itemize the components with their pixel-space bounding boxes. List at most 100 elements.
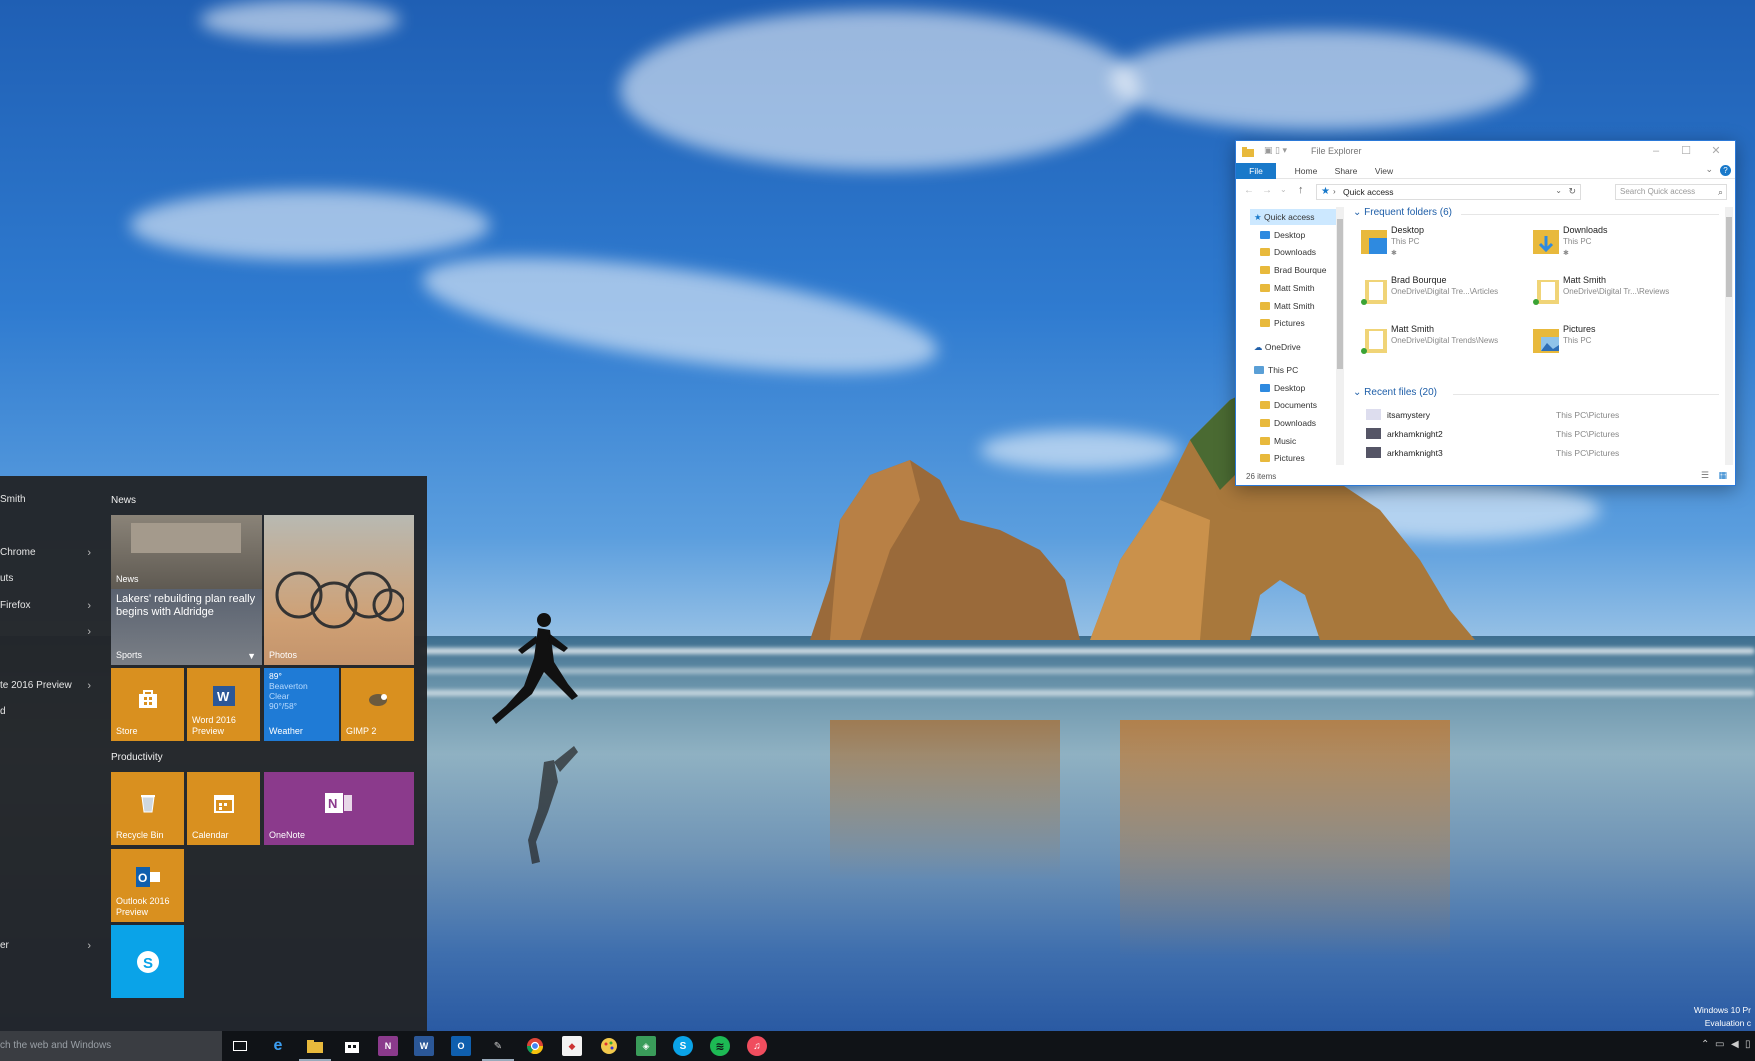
tile-store[interactable]: Store [111, 668, 184, 741]
recent-file-row[interactable]: arkhamknight3 This PC\Pictures [1363, 445, 1723, 463]
start-app-item[interactable]: te 2016 Preview › [0, 675, 95, 697]
frequent-folder-item[interactable]: Desktop This PC ✱ [1353, 223, 1513, 263]
maps-icon[interactable]: ◈ [636, 1036, 656, 1056]
app-item-label: Firefox [0, 600, 31, 611]
nav-item-music[interactable]: Music [1260, 433, 1296, 449]
tile-weather[interactable]: 89° Beaverton Clear 90°/58° Weather [264, 668, 339, 741]
content-scrollbar[interactable] [1725, 207, 1733, 465]
close-button[interactable]: ✕ [1703, 144, 1729, 158]
nav-item-pictures[interactable]: Pictures [1260, 450, 1305, 466]
app-item-label: te 2016 Preview [0, 680, 72, 691]
tile-calendar[interactable]: Calendar [187, 772, 260, 845]
frequent-folder-item[interactable]: Downloads This PC ✱ [1525, 223, 1685, 263]
details-view-icon[interactable]: ☰ [1701, 470, 1709, 481]
file-explorer-icon[interactable] [299, 1036, 331, 1061]
forward-icon[interactable]: → [1262, 185, 1272, 196]
tile-photos[interactable]: Photos [264, 515, 414, 665]
maximize-button[interactable]: ☐ [1673, 144, 1699, 158]
divider [1453, 394, 1719, 395]
help-icon[interactable]: ? [1720, 165, 1731, 176]
tile-recycle-bin[interactable]: Recycle Bin [111, 772, 184, 845]
folder-icon [1260, 302, 1270, 310]
onenote-icon[interactable]: N [378, 1036, 398, 1056]
volume-icon[interactable]: ◀ [1731, 1039, 1739, 1050]
frequent-folder-item[interactable]: Matt Smith OneDrive\Digital Tr...\Review… [1525, 273, 1685, 313]
start-app-item[interactable]: Firefox › [0, 595, 95, 617]
recent-file-row[interactable]: itsamystery This PC\Pictures [1363, 407, 1723, 425]
nav-scrollbar[interactable] [1336, 207, 1344, 465]
nav-item-folder[interactable]: Brad Bourque [1260, 262, 1326, 278]
edge-icon[interactable]: e [268, 1036, 288, 1056]
network-icon[interactable]: ▭ [1715, 1039, 1724, 1050]
outlook-icon[interactable]: O [451, 1036, 471, 1056]
nav-item-folder[interactable]: Matt Smith [1260, 280, 1315, 296]
nav-item-pictures[interactable]: Pictures [1260, 315, 1305, 331]
start-user-name[interactable]: Smith [0, 489, 95, 511]
tile-word[interactable]: W Word 2016 Preview [187, 668, 260, 741]
photo-app-icon[interactable]: ◆ [562, 1036, 582, 1056]
itunes-icon[interactable]: ♫ [747, 1036, 767, 1056]
recent-locations-icon[interactable]: ⌄ [1280, 185, 1287, 194]
tile-sports[interactable]: Lakers' rebuilding plan really begins wi… [111, 589, 262, 665]
recent-file-row[interactable]: arkhamknight2 This PC\Pictures [1363, 426, 1723, 444]
scrollbar-thumb[interactable] [1337, 219, 1343, 369]
nav-label: Documents [1274, 400, 1317, 410]
tile-onenote[interactable]: N OneNote [264, 772, 414, 845]
spotify-icon[interactable]: ≋ [710, 1036, 730, 1056]
tile-skype[interactable]: S [111, 925, 184, 998]
store-icon[interactable] [342, 1036, 362, 1056]
nav-label: Brad Bourque [1274, 265, 1327, 275]
ribbon-tab-view[interactable]: View [1368, 163, 1400, 179]
large-icons-view-icon[interactable]: ▦ [1718, 470, 1727, 481]
word-icon[interactable]: W [414, 1036, 434, 1056]
refresh-icon[interactable]: ↻ [1568, 186, 1576, 197]
frequent-folder-item[interactable]: Brad Bourque OneDrive\Digital Tre...\Art… [1353, 273, 1513, 313]
nav-quick-access[interactable]: ★ Quick access [1250, 209, 1338, 225]
fe-titlebar[interactable]: ▣ ▯ ▾ File Explorer – ☐ ✕ [1236, 141, 1735, 163]
frequent-folder-item[interactable]: Matt Smith OneDrive\Digital Trends\News [1353, 322, 1513, 362]
start-app-item[interactable]: d [0, 701, 95, 723]
nav-item-folder[interactable]: Matt Smith [1260, 298, 1315, 314]
nav-this-pc[interactable]: This PC [1254, 362, 1298, 378]
scrollbar-thumb[interactable] [1726, 217, 1732, 297]
folder-path: This PC [1391, 237, 1420, 246]
task-view-icon[interactable] [230, 1036, 250, 1056]
search-input[interactable]: Search Quick access ⌕ [1615, 184, 1727, 200]
start-app-item[interactable]: er › [0, 935, 95, 957]
start-app-item[interactable]: › [0, 621, 95, 643]
address-dropdown-icon[interactable]: ⌄ [1555, 186, 1562, 195]
ribbon-expand-icon[interactable]: ⌄ [1705, 164, 1713, 175]
tile-news[interactable]: News [111, 515, 262, 589]
notification-icon[interactable]: ▯ [1745, 1039, 1751, 1050]
nav-item-documents[interactable]: Documents [1260, 397, 1317, 413]
start-app-item[interactable]: uts [0, 568, 95, 590]
gimp-icon[interactable]: ✎ [482, 1036, 514, 1061]
ribbon-tab-file[interactable]: File [1236, 163, 1276, 179]
tile-outlook[interactable]: O Outlook 2016 Preview [111, 849, 184, 922]
start-app-item[interactable]: Chrome › [0, 542, 95, 564]
section-frequent-folders[interactable]: ⌄ Frequent folders (6) [1353, 207, 1452, 218]
frequent-folder-item[interactable]: Pictures This PC [1525, 322, 1685, 362]
up-icon[interactable]: ↑ [1298, 184, 1304, 196]
weather-temp: 89° [269, 671, 282, 681]
chevron-up-icon[interactable]: ⌃ [1701, 1039, 1709, 1050]
ribbon-tab-home[interactable]: Home [1288, 163, 1324, 179]
taskbar-search-box[interactable]: ch the web and Windows [0, 1031, 222, 1061]
nav-item-desktop[interactable]: Desktop [1260, 380, 1305, 396]
skype-icon[interactable]: S [673, 1036, 693, 1056]
nav-onedrive[interactable]: ☁ OneDrive [1254, 339, 1301, 355]
nav-item-desktop[interactable]: Desktop [1260, 227, 1305, 243]
tile-gimp[interactable]: GIMP 2 [341, 668, 414, 741]
back-icon[interactable]: ← [1244, 185, 1254, 196]
address-box[interactable]: ★ › Quick access ⌄ ↻ [1316, 184, 1581, 200]
cloud [200, 0, 400, 40]
section-recent-files[interactable]: ⌄ Recent files (20) [1353, 387, 1437, 398]
nav-item-downloads[interactable]: Downloads [1260, 415, 1316, 431]
ribbon-tab-share[interactable]: Share [1328, 163, 1364, 179]
nav-item-downloads[interactable]: Downloads [1260, 244, 1316, 260]
paint-icon[interactable] [599, 1036, 619, 1056]
chrome-icon[interactable] [525, 1036, 545, 1056]
svg-text:S: S [143, 955, 153, 972]
quick-access-toolbar-icons[interactable]: ▣ ▯ ▾ [1264, 145, 1287, 156]
minimize-button[interactable]: – [1643, 144, 1669, 158]
